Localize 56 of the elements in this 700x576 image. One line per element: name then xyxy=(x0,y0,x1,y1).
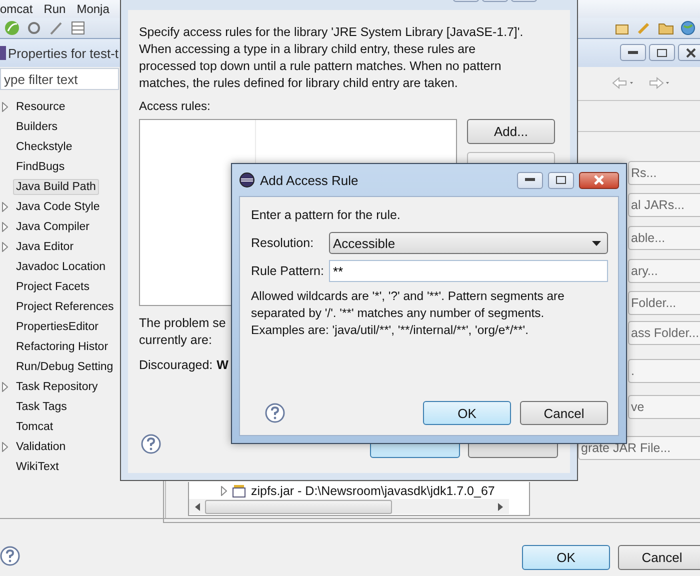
description-line: When accessing a type in a library child entry, these rules are xyxy=(139,41,476,58)
tree-item[interactable]: Java Build Path xyxy=(13,179,99,195)
side-button[interactable]: ary... xyxy=(628,259,700,283)
dialog-button[interactable]: Cancel xyxy=(618,545,700,570)
side-button[interactable]: ve xyxy=(628,395,700,419)
side-button[interactable]: . xyxy=(628,359,700,383)
field-label: Access rules: xyxy=(139,98,212,115)
description-line: matches, the rules defined for library child entry are taken. xyxy=(139,75,458,92)
tree-item[interactable]: Refactoring Histor xyxy=(13,339,112,355)
menu-item[interactable]: Monja xyxy=(76,2,110,16)
tree-item[interactable]: Java Code Style xyxy=(13,199,103,215)
add-button[interactable]: Add... xyxy=(467,119,555,144)
filter-field[interactable]: ype filter text xyxy=(0,68,119,90)
pattern-field[interactable]: ** xyxy=(329,260,608,282)
resolution-dropdown[interactable]: Accessible xyxy=(329,232,608,254)
hint-text: separated by '/'. '**' matches any number of segments. xyxy=(251,305,544,322)
side-button[interactable]: al JARs... xyxy=(628,193,700,217)
tree-item[interactable]: Validation xyxy=(13,439,69,455)
dialog-button[interactable]: OK xyxy=(522,545,610,570)
field-value: W xyxy=(216,358,228,372)
tree-item[interactable]: FindBugs xyxy=(13,159,68,175)
problem-text: currently are: xyxy=(139,332,212,349)
menu-item[interactable]: Run xyxy=(44,2,66,16)
tree-item[interactable]: Task Repository xyxy=(13,379,101,395)
dialog-button[interactable]: Cancel xyxy=(520,401,608,425)
tree-item[interactable]: Tomcat xyxy=(13,419,56,435)
menu-item[interactable]: omcat xyxy=(0,2,33,16)
tree-item[interactable]: PropertiesEditor xyxy=(13,319,102,335)
field-label: Discouraged: xyxy=(139,358,213,372)
description-line: processed top down until a rule pattern matches. When no pattern xyxy=(139,58,502,75)
tree-item[interactable]: Project Facets xyxy=(13,279,92,295)
tree-item[interactable]: Javadoc Location xyxy=(13,259,109,275)
tree-item[interactable]: Java Editor xyxy=(13,239,77,255)
side-button[interactable]: ass Folder... xyxy=(628,321,700,345)
tree-item[interactable]: WikiText xyxy=(13,459,62,475)
field-label: Rule Pattern: xyxy=(251,264,325,278)
field-label: Resolution: xyxy=(251,236,315,250)
side-button[interactable]: able... xyxy=(628,226,700,250)
tree-item[interactable]: Resource xyxy=(13,99,68,115)
problem-text: The problem se xyxy=(139,315,226,332)
dialog-title: Add Access Rule xyxy=(260,172,358,188)
side-button[interactable]: Folder... xyxy=(628,291,700,315)
tree-item[interactable]: Checkstyle xyxy=(13,139,76,155)
tree-item[interactable]: Run/Debug Setting xyxy=(13,359,116,375)
side-button[interactable]: Rs... xyxy=(628,161,700,185)
hint-text: Examples are: 'java/util/**', '**/internal/**', 'org/e*/**'. xyxy=(251,322,528,339)
prompt-text: Enter a pattern for the rule. xyxy=(251,207,402,224)
window-title: Properties for test-t xyxy=(8,46,119,60)
tree-item[interactable]: Task Tags xyxy=(13,399,70,415)
tree-item[interactable]: Project References xyxy=(13,299,117,315)
tree-item[interactable]: Java Compiler xyxy=(13,219,92,235)
dialog-button[interactable]: OK xyxy=(423,401,511,425)
description-line: Specify access rules for the library 'JRE System Library [JavaSE-1.7]'. xyxy=(139,24,524,41)
tree-item[interactable]: Builders xyxy=(13,119,61,135)
hint-text: Allowed wildcards are '*', '?' and '**'. Pattern segments are xyxy=(251,288,564,305)
library-entry[interactable]: zipfs.jar - D:\Newsroom\javasdk\jdk1.7.0_67 xyxy=(251,484,495,498)
